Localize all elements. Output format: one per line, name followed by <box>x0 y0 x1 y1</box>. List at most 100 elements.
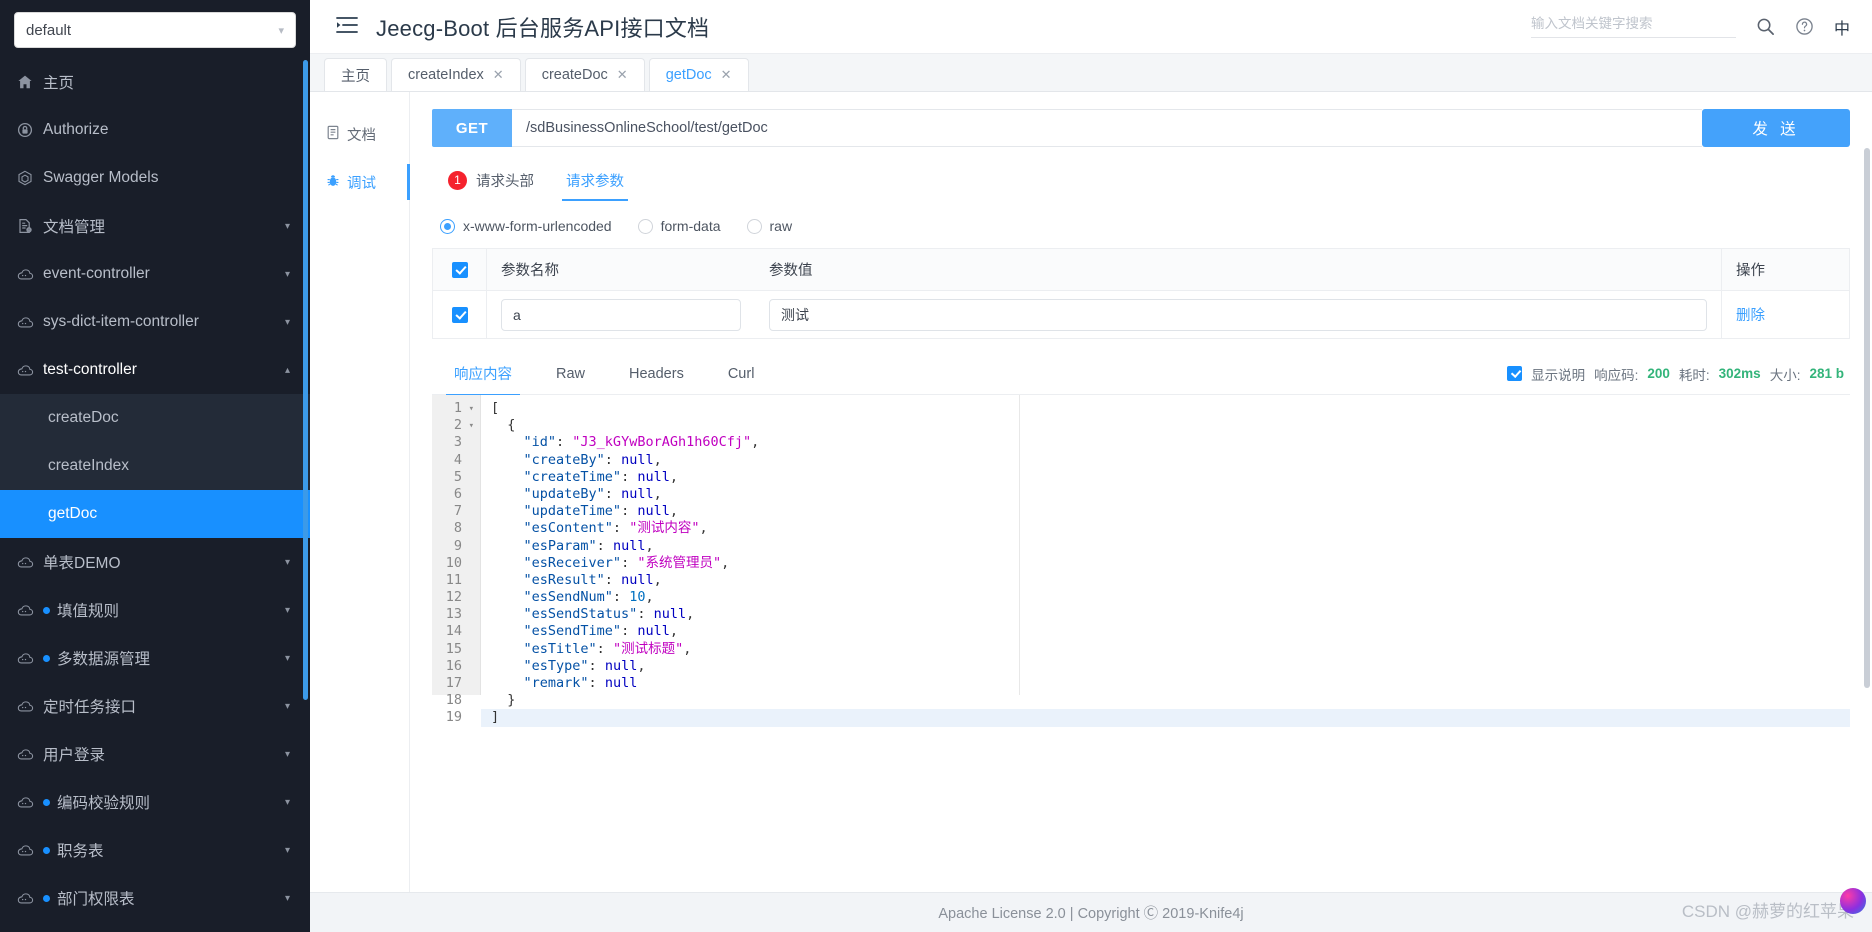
editor-code[interactable]: [ { "id": "J3_kGYwBorAGh1h60Cfj", "creat… <box>480 395 1850 727</box>
sidebar-item-职务表[interactable]: 职务表 ▾ <box>0 826 310 874</box>
chevron-down-icon[interactable]: ▾ <box>285 557 290 568</box>
response-tab-响应内容[interactable]: 响应内容 <box>432 353 534 396</box>
cloud-icon <box>17 796 43 809</box>
code-line: { <box>507 417 516 434</box>
search-box[interactable] <box>1530 15 1736 38</box>
row-select-cell[interactable] <box>433 291 487 338</box>
code-line: "updateTime": null, <box>523 503 678 520</box>
col-header-action: 操作 <box>1721 249 1849 290</box>
chevron-down-icon[interactable]: ▾ <box>285 749 290 760</box>
search-input[interactable] <box>1530 16 1736 31</box>
service-select[interactable]: default ▾ <box>14 12 296 48</box>
response-tab-Raw[interactable]: Raw <box>534 353 607 395</box>
show-desc-checkbox[interactable] <box>1507 366 1523 381</box>
vertical-tab-调试[interactable]: 调试 <box>310 158 410 206</box>
cloud-icon <box>17 316 43 329</box>
sidebar-item-用户登录[interactable]: 用户登录 ▾ <box>0 730 310 778</box>
chevron-down-icon[interactable]: ▾ <box>285 653 290 664</box>
row-checkbox[interactable] <box>451 306 468 323</box>
sidebar-item-label: test-controller <box>43 361 137 378</box>
elapsed-time-label: 耗时: <box>1678 367 1710 383</box>
response-tab-Headers[interactable]: Headers <box>607 353 706 395</box>
sidebar-item-填值规则[interactable]: 填值规则 ▾ <box>0 586 310 634</box>
chevron-down-icon[interactable]: ▾ <box>285 269 290 280</box>
http-method-badge[interactable]: GET <box>432 109 512 147</box>
fold-icon[interactable]: ▾ <box>469 401 474 418</box>
status-code-value: 200 <box>1647 366 1670 381</box>
fold-icon[interactable]: ▾ <box>469 418 474 435</box>
content-type-label: x-www-form-urlencoded <box>463 218 612 234</box>
tab-bar: 主页 createIndex ✕ createDoc ✕ getDoc ✕ <box>310 54 1872 92</box>
sidebar-item-编码校验规则[interactable]: 编码校验规则 ▾ <box>0 778 310 826</box>
response-tab-label: Curl <box>727 365 755 382</box>
help-circle-icon[interactable] <box>1795 17 1814 36</box>
request-url-row: GET /sdBusinessOnlineSchool/test/getDoc … <box>432 109 1850 147</box>
response-body-editor[interactable]: 1 ▾ 2 ▾ 3 4 5 6 7 8 9 10 11 12 13 14 15 16 17 18 19 [ { "id"… <box>432 395 1850 727</box>
chevron-down-icon[interactable]: ▾ <box>285 893 290 904</box>
send-button[interactable]: 发 送 <box>1702 109 1850 147</box>
content-type-radio-raw[interactable]: raw <box>746 218 792 234</box>
delete-param-link[interactable]: 删除 <box>1736 304 1765 325</box>
vertical-tab-label: 调试 <box>347 175 376 192</box>
chevron-up-icon[interactable]: ▴ <box>285 365 290 376</box>
content-wrapper: 文档调试 GET /sdBusinessOnlineSchool/test/ge… <box>310 92 1872 892</box>
chevron-down-icon[interactable]: ▾ <box>285 221 290 232</box>
chevron-down-icon[interactable]: ▾ <box>285 797 290 808</box>
tab-主页[interactable]: 主页 <box>324 58 387 91</box>
request-tab-请求参数[interactable]: 请求参数 <box>550 159 640 201</box>
chevron-down-icon[interactable]: ▾ <box>285 605 290 616</box>
tab-createdoc[interactable]: createDoc ✕ <box>524 58 645 91</box>
select-all-checkbox[interactable] <box>451 261 468 278</box>
code-line: [ <box>491 400 500 416</box>
sidebar-item-单表demo[interactable]: 单表DEMO ▾ <box>0 538 310 586</box>
sidebar-submenu-test-controller: createDoc createIndex getDoc <box>0 394 310 538</box>
params-table: 参数名称 参数值 操作 a 测试 删除 <box>432 248 1850 339</box>
content-type-radio-form-data[interactable]: form-data <box>637 218 721 234</box>
chevron-down-icon[interactable]: ▾ <box>285 845 290 856</box>
content-type-radio-x-www-form-urlencoded[interactable]: x-www-form-urlencoded <box>440 218 612 234</box>
sidebar-item-文档管理[interactable]: 文档管理 ▾ <box>0 202 310 250</box>
tab-createindex[interactable]: createIndex ✕ <box>391 58 521 91</box>
collapse-menu-icon[interactable] <box>336 16 358 38</box>
sidebar-item-sys-dict-item-controller[interactable]: sys-dict-item-controller ▾ <box>0 298 310 346</box>
cloud-icon <box>17 652 43 665</box>
sidebar-item-createdoc[interactable]: createDoc <box>0 394 310 442</box>
sidebar-item-createindex[interactable]: createIndex <box>0 442 310 490</box>
sidebar-item-authorize[interactable]: Authorize <box>0 106 310 154</box>
request-tab-请求头部[interactable]: 1 请求头部 <box>432 159 550 201</box>
sidebar-item-test-controller[interactable]: test-controller ▴ <box>0 346 310 394</box>
param-value-input[interactable] <box>769 298 1707 331</box>
top-bar-actions: 中 <box>1530 15 1850 39</box>
vertical-tab-文档[interactable]: 文档 <box>310 110 409 158</box>
select-all-cell[interactable] <box>433 249 487 290</box>
sidebar-item-getdoc[interactable]: getDoc <box>0 490 310 538</box>
param-name-input[interactable] <box>501 298 741 331</box>
code-line: "updateBy": null, <box>523 485 662 502</box>
sidebar-item-event-controller[interactable]: event-controller ▾ <box>0 250 310 298</box>
code-line: } <box>507 692 516 709</box>
sidebar-scrollbar[interactable] <box>303 60 308 700</box>
sidebar-item-部门权限表[interactable]: 部门权限表 ▾ <box>0 874 310 922</box>
sidebar-item-swagger-models[interactable]: Swagger Models <box>0 154 310 202</box>
sidebar-item-多数据源管理[interactable]: 多数据源管理 ▾ <box>0 634 310 682</box>
sidebar-scroll-area[interactable]: 主页 Authorize Swagger Models 文档管理 ▾ event-cont… <box>0 58 310 932</box>
sidebar-item-定时任务接口[interactable]: 定时任务接口 ▾ <box>0 682 310 730</box>
close-icon[interactable]: ✕ <box>721 67 732 83</box>
sidebar-item-label: 填值规则 <box>57 603 120 620</box>
tab-getdoc[interactable]: getDoc ✕ <box>648 58 749 91</box>
panel-scrollbar[interactable] <box>1864 148 1870 688</box>
sidebar-item-label: Authorize <box>43 121 109 138</box>
chevron-down-icon[interactable]: ▾ <box>285 701 290 712</box>
lock-icon <box>17 122 43 138</box>
close-icon[interactable]: ✕ <box>617 67 628 83</box>
chevron-down-icon[interactable]: ▾ <box>285 317 290 328</box>
code-line: "esSendStatus": null, <box>523 606 695 623</box>
response-tab-Curl[interactable]: Curl <box>706 353 777 395</box>
service-select-wrapper: default ▾ <box>0 0 310 58</box>
language-toggle[interactable]: 中 <box>1834 15 1850 39</box>
close-icon[interactable]: ✕ <box>493 67 504 83</box>
request-url-input[interactable]: /sdBusinessOnlineSchool/test/getDoc <box>512 109 1702 147</box>
sidebar-item-主页[interactable]: 主页 <box>0 58 310 106</box>
response-tab-label: Headers <box>629 365 684 382</box>
search-icon[interactable] <box>1756 17 1775 36</box>
